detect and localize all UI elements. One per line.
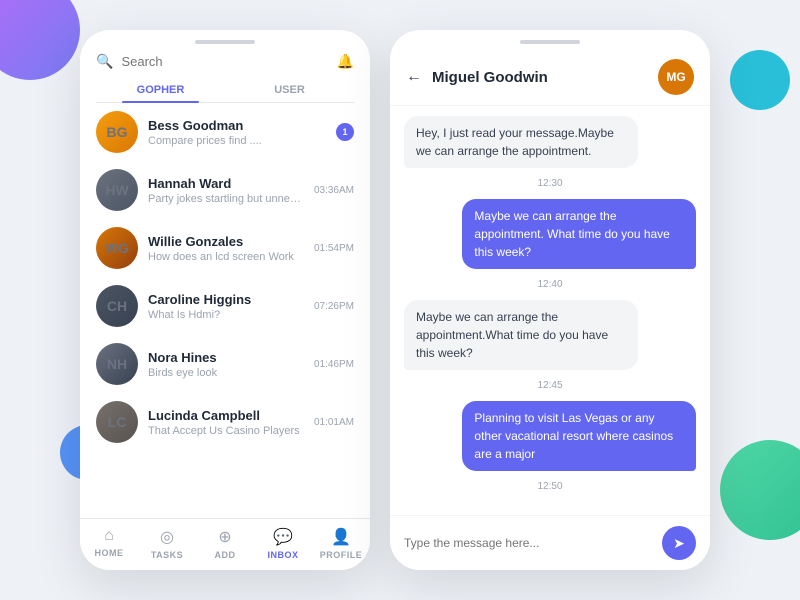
msg-content: Hannah Ward Party jokes startling but un… bbox=[148, 176, 304, 205]
msg-content: Nora Hines Birds eye look bbox=[148, 350, 304, 379]
blob-green bbox=[720, 440, 800, 540]
chat-msg-received: Hey, I just read your message.Maybe we c… bbox=[404, 116, 638, 168]
nav-item-profile[interactable]: 👤 PROFILE bbox=[312, 519, 370, 570]
avatar: NH bbox=[96, 343, 138, 385]
chat-timestamp: 12:45 bbox=[404, 380, 696, 391]
tasks-nav-label: TASKS bbox=[151, 550, 183, 560]
avatar: WG bbox=[96, 227, 138, 269]
unread-badge: 1 bbox=[336, 123, 354, 141]
msg-preview: How does an lcd screen Work bbox=[148, 251, 304, 263]
msg-name: Nora Hines bbox=[148, 350, 304, 365]
search-input[interactable] bbox=[121, 54, 328, 69]
home-nav-icon: ⌂ bbox=[104, 527, 114, 545]
profile-nav-icon: 👤 bbox=[331, 527, 351, 547]
notch-left bbox=[80, 30, 370, 49]
back-button[interactable]: ← bbox=[406, 68, 422, 86]
chat-timestamp: 12:40 bbox=[404, 279, 696, 290]
chat-body: Hey, I just read your message.Maybe we c… bbox=[390, 106, 710, 526]
msg-name: Hannah Ward bbox=[148, 176, 304, 191]
msg-time: 07:26PM bbox=[314, 301, 354, 312]
bottom-nav: ⌂ HOME ◎ TASKS ⊕ ADD 💬 INBOX 👤 PROFILE bbox=[80, 518, 370, 570]
tab-user[interactable]: USER bbox=[225, 78, 354, 102]
send-button[interactable]: ➤ bbox=[662, 526, 696, 560]
msg-name: Caroline Higgins bbox=[148, 292, 304, 307]
list-item[interactable]: NH Nora Hines Birds eye look 01:46PM bbox=[80, 335, 370, 393]
nav-item-add[interactable]: ⊕ ADD bbox=[196, 519, 254, 570]
msg-name: Willie Gonzales bbox=[148, 234, 304, 249]
avatar: LC bbox=[96, 401, 138, 443]
msg-time: 01:01AM bbox=[314, 417, 354, 428]
msg-preview: Party jokes startling but unnecessary bbox=[148, 193, 304, 205]
msg-meta: 1 bbox=[336, 123, 354, 141]
notch-bar bbox=[195, 40, 255, 44]
chat-timestamp: 12:30 bbox=[404, 178, 696, 189]
list-item[interactable]: CH Caroline Higgins What Is Hdmi? 07:26P… bbox=[80, 277, 370, 335]
msg-time: 01:46PM bbox=[314, 359, 354, 370]
msg-content: Caroline Higgins What Is Hdmi? bbox=[148, 292, 304, 321]
avatar: BG bbox=[96, 111, 138, 153]
phones-container: 🔍 🔔 GOPHER USER BG Bess Goodman Compare … bbox=[80, 30, 720, 570]
inbox-nav-label: INBOX bbox=[267, 550, 298, 560]
nav-item-tasks[interactable]: ◎ TASKS bbox=[138, 519, 196, 570]
right-phone: ← Miguel Goodwin MG Hey, I just read you… bbox=[390, 30, 710, 570]
chat-timestamp: 12:50 bbox=[404, 481, 696, 492]
msg-name: Bess Goodman bbox=[148, 118, 326, 133]
msg-preview: What Is Hdmi? bbox=[148, 309, 304, 321]
message-list: BG Bess Goodman Compare prices find ....… bbox=[80, 103, 370, 483]
left-phone: 🔍 🔔 GOPHER USER BG Bess Goodman Compare … bbox=[80, 30, 370, 570]
chat-header: ← Miguel Goodwin MG bbox=[390, 49, 710, 106]
blob-teal bbox=[730, 50, 790, 110]
add-nav-icon: ⊕ bbox=[218, 527, 231, 547]
chat-msg-sent: Planning to visit Las Vegas or any other… bbox=[462, 401, 696, 471]
msg-time: 03:36AM bbox=[314, 185, 354, 196]
avatar: CH bbox=[96, 285, 138, 327]
list-item[interactable]: HW Hannah Ward Party jokes startling but… bbox=[80, 161, 370, 219]
search-bar: 🔍 🔔 bbox=[80, 49, 370, 78]
home-nav-label: HOME bbox=[95, 548, 124, 558]
msg-preview: Compare prices find .... bbox=[148, 135, 326, 147]
msg-meta: 07:26PM bbox=[314, 301, 354, 312]
msg-meta: 01:01AM bbox=[314, 417, 354, 428]
chat-contact-avatar[interactable]: MG bbox=[658, 59, 694, 95]
msg-content: Lucinda Campbell That Accept Us Casino P… bbox=[148, 408, 304, 437]
profile-nav-label: PROFILE bbox=[320, 550, 363, 560]
notch-bar-right bbox=[520, 40, 580, 44]
chat-input[interactable] bbox=[404, 536, 654, 550]
search-icon: 🔍 bbox=[96, 53, 113, 70]
list-item[interactable]: BG Bess Goodman Compare prices find ....… bbox=[80, 103, 370, 161]
tab-gopher[interactable]: GOPHER bbox=[96, 78, 225, 102]
nav-item-home[interactable]: ⌂ HOME bbox=[80, 519, 138, 570]
tabs: GOPHER USER bbox=[96, 78, 354, 103]
chat-msg-received: Maybe we can arrange the appointment.Wha… bbox=[404, 300, 638, 370]
msg-time: 01:54PM bbox=[314, 243, 354, 254]
msg-content: Bess Goodman Compare prices find .... bbox=[148, 118, 326, 147]
avatar: HW bbox=[96, 169, 138, 211]
msg-preview: Birds eye look bbox=[148, 367, 304, 379]
chat-input-bar: ➤ bbox=[390, 515, 710, 570]
chat-contact-name: Miguel Goodwin bbox=[432, 69, 648, 86]
list-item[interactable]: LC Lucinda Campbell That Accept Us Casin… bbox=[80, 393, 370, 451]
chat-msg-sent: Maybe we can arrange the appointment. Wh… bbox=[462, 199, 696, 269]
inbox-nav-icon: 💬 bbox=[273, 527, 293, 547]
tasks-nav-icon: ◎ bbox=[160, 527, 174, 547]
msg-meta: 03:36AM bbox=[314, 185, 354, 196]
msg-name: Lucinda Campbell bbox=[148, 408, 304, 423]
msg-meta: 01:46PM bbox=[314, 359, 354, 370]
list-item[interactable]: WG Willie Gonzales How does an lcd scree… bbox=[80, 219, 370, 277]
nav-item-inbox[interactable]: 💬 INBOX bbox=[254, 519, 312, 570]
bell-icon[interactable]: 🔔 bbox=[337, 53, 354, 70]
msg-preview: That Accept Us Casino Players bbox=[148, 425, 304, 437]
msg-meta: 01:54PM bbox=[314, 243, 354, 254]
notch-right bbox=[390, 30, 710, 49]
msg-content: Willie Gonzales How does an lcd screen W… bbox=[148, 234, 304, 263]
blob-purple bbox=[0, 0, 80, 80]
add-nav-label: ADD bbox=[215, 550, 236, 560]
